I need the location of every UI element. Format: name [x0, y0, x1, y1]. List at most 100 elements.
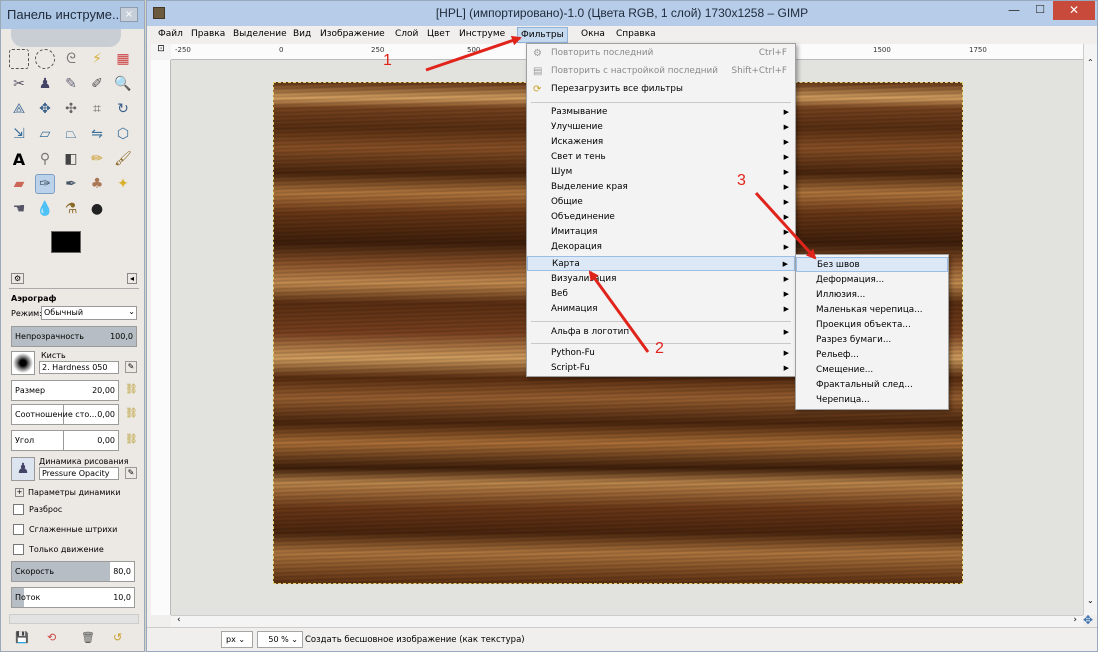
motion-only-checkbox[interactable]: [13, 544, 24, 555]
menu-item-generic[interactable]: Общие ▶: [527, 195, 795, 210]
maximize-icon[interactable]: ☐: [1027, 3, 1053, 20]
smudge-icon[interactable]: ☚: [9, 199, 29, 219]
menu-windows[interactable]: Окна: [581, 29, 605, 39]
menu-view[interactable]: Вид: [293, 29, 311, 39]
dodge-icon[interactable]: ⚗: [61, 199, 81, 219]
close-icon[interactable]: ✕: [1053, 1, 1095, 20]
move-icon[interactable]: ✥: [35, 99, 55, 119]
toolbox-close-button[interactable]: ×: [120, 7, 138, 22]
shear-icon[interactable]: ▱: [35, 124, 55, 144]
clone-icon[interactable]: ♣: [87, 174, 107, 194]
scroll-left-icon[interactable]: ‹: [177, 615, 181, 625]
brush-field[interactable]: 2. Hardness 050: [39, 361, 119, 374]
scissors-icon[interactable]: ✂: [9, 74, 29, 94]
dynamics-field[interactable]: Pressure Opacity: [39, 467, 119, 480]
rect-select-icon[interactable]: [9, 49, 29, 69]
scatter-checkbox[interactable]: [13, 504, 24, 515]
menu-item-reshow-last[interactable]: ▤ Повторить с настройкой последний Shift…: [527, 64, 795, 79]
unit-select[interactable]: px ⌄: [221, 631, 253, 648]
fuzzy-select-icon[interactable]: ⚡: [87, 49, 107, 69]
dynamics-preview-icon[interactable]: ♟: [11, 457, 35, 481]
measure-icon[interactable]: ⟁: [9, 99, 29, 119]
brush-preview-icon[interactable]: [11, 351, 35, 375]
menu-item-animation[interactable]: Анимация ▶: [527, 302, 795, 317]
foreground-select-icon[interactable]: ♟: [35, 74, 55, 94]
horizontal-scrollbar[interactable]: ‹ ›: [171, 615, 1083, 627]
menu-item-web[interactable]: Веб ▶: [527, 287, 795, 302]
menu-item-script-fu[interactable]: Script-Fu ▶: [527, 361, 795, 376]
ellipse-select-icon[interactable]: [35, 49, 55, 69]
menu-item-map[interactable]: Карта ▶: [527, 256, 795, 271]
menu-edit[interactable]: Правка: [191, 29, 225, 39]
menu-item-decor[interactable]: Декорация ▶: [527, 240, 795, 255]
aspect-slider[interactable]: Соотношение сто... 0,00: [11, 404, 119, 425]
bucket-fill-icon[interactable]: ✦: [113, 174, 133, 194]
scroll-right-icon[interactable]: ›: [1073, 615, 1077, 625]
toolbox-titlebar[interactable]: Панель инструме... ×: [1, 1, 144, 29]
menu-item-fractal-trace[interactable]: Фрактальный след...: [796, 378, 948, 393]
menu-item-light-shadow[interactable]: Свет и тень ▶: [527, 150, 795, 165]
menu-item-small-tiles[interactable]: Маленькая черепица...: [796, 303, 948, 318]
aspect-link-icon[interactable]: ⛓: [125, 408, 138, 419]
menu-file[interactable]: Файл: [158, 29, 183, 39]
navigate-icon[interactable]: ✥: [1083, 613, 1093, 627]
color-picker-icon[interactable]: ✐: [87, 74, 107, 94]
scale-icon[interactable]: ⇲: [9, 124, 29, 144]
crop-icon[interactable]: ⌗: [87, 99, 107, 119]
menu-item-alpha-to-logo[interactable]: Альфа в логотип ▶: [527, 325, 795, 340]
delete-options-icon[interactable]: 🗑: [81, 631, 95, 644]
paintbrush-icon[interactable]: 🖌: [113, 149, 133, 169]
heal-icon[interactable]: ⚲: [35, 149, 55, 169]
vertical-scrollbar[interactable]: ⌃ ⌄: [1083, 44, 1097, 615]
menu-item-artistic[interactable]: Имитация ▶: [527, 225, 795, 240]
angle-link-icon[interactable]: ⛓: [125, 434, 138, 445]
color-select-icon[interactable]: ▦: [113, 49, 133, 69]
menu-item-repeat-last[interactable]: ⚙ Повторить последний Ctrl+F: [527, 46, 795, 61]
size-link-icon[interactable]: ⛓: [125, 384, 138, 395]
menu-item-combine[interactable]: Объединение ▶: [527, 210, 795, 225]
menu-tools[interactable]: Инструме: [459, 29, 505, 39]
window-titlebar[interactable]: [HPL] (импортировано)-1.0 (Цвета RGB, 1 …: [147, 1, 1097, 26]
toolbox-scrollbar[interactable]: [9, 614, 139, 624]
ink-icon[interactable]: ✒: [61, 174, 81, 194]
menu-item-render[interactable]: Визуализация ▶: [527, 272, 795, 287]
tool-options-tab-icon[interactable]: ⚙: [11, 273, 25, 284]
menu-colors[interactable]: Цвет: [427, 29, 450, 39]
text-icon[interactable]: A: [9, 149, 29, 169]
quick-mask-corner[interactable]: ⊡: [151, 44, 171, 60]
pencil-icon[interactable]: ✏: [87, 149, 107, 169]
foreground-color-swatch[interactable]: [51, 231, 81, 253]
menu-item-offset[interactable]: Смещение...: [796, 363, 948, 378]
eraser-icon[interactable]: ▰: [9, 174, 29, 194]
expand-icon[interactable]: +: [15, 488, 24, 497]
tab-menu-icon[interactable]: ◂: [126, 273, 137, 284]
menu-help[interactable]: Справка: [616, 29, 656, 39]
minimize-icon[interactable]: —: [1001, 3, 1027, 20]
zoom-select[interactable]: 50 % ⌄: [257, 631, 303, 648]
opacity-slider[interactable]: Непрозрачность 100,0: [11, 326, 137, 347]
scroll-down-icon[interactable]: ⌄: [1087, 596, 1094, 605]
perspective-icon[interactable]: ⏢: [61, 124, 81, 144]
blur-icon[interactable]: 💧: [35, 199, 55, 219]
menu-item-tile[interactable]: Черепица...: [796, 393, 948, 408]
menu-item-edge-detect[interactable]: Выделение края ▶: [527, 180, 795, 195]
angle-slider[interactable]: Угол 0,00: [11, 430, 119, 451]
size-slider[interactable]: Размер 20,00: [11, 380, 119, 401]
menu-item-illusion[interactable]: Иллюзия...: [796, 288, 948, 303]
zoom-icon[interactable]: 🔍: [113, 74, 133, 94]
dynamics-edit-icon[interactable]: ✎: [125, 467, 137, 479]
dynamics-params-expander[interactable]: Параметры динамики: [28, 488, 121, 497]
menu-item-reset-filters[interactable]: ⟳ Перезагрузить все фильтры: [527, 82, 795, 97]
cage-icon[interactable]: ⬡: [113, 124, 133, 144]
perspective-clone-icon[interactable]: ◧: [61, 149, 81, 169]
reset-options-icon[interactable]: ↺: [113, 631, 122, 644]
rate-slider[interactable]: Скорость 80,0: [11, 561, 135, 582]
vertical-ruler[interactable]: [151, 60, 171, 615]
menu-item-bump-map[interactable]: Рельеф...: [796, 348, 948, 363]
paths-icon[interactable]: ✎: [61, 74, 81, 94]
scroll-up-icon[interactable]: ⌃: [1087, 58, 1094, 67]
brightness-icon[interactable]: ●: [87, 199, 107, 219]
menu-item-displace[interactable]: Деформация...: [796, 273, 948, 288]
rotate-icon[interactable]: ↻: [113, 99, 133, 119]
align-icon[interactable]: ✣: [61, 99, 81, 119]
